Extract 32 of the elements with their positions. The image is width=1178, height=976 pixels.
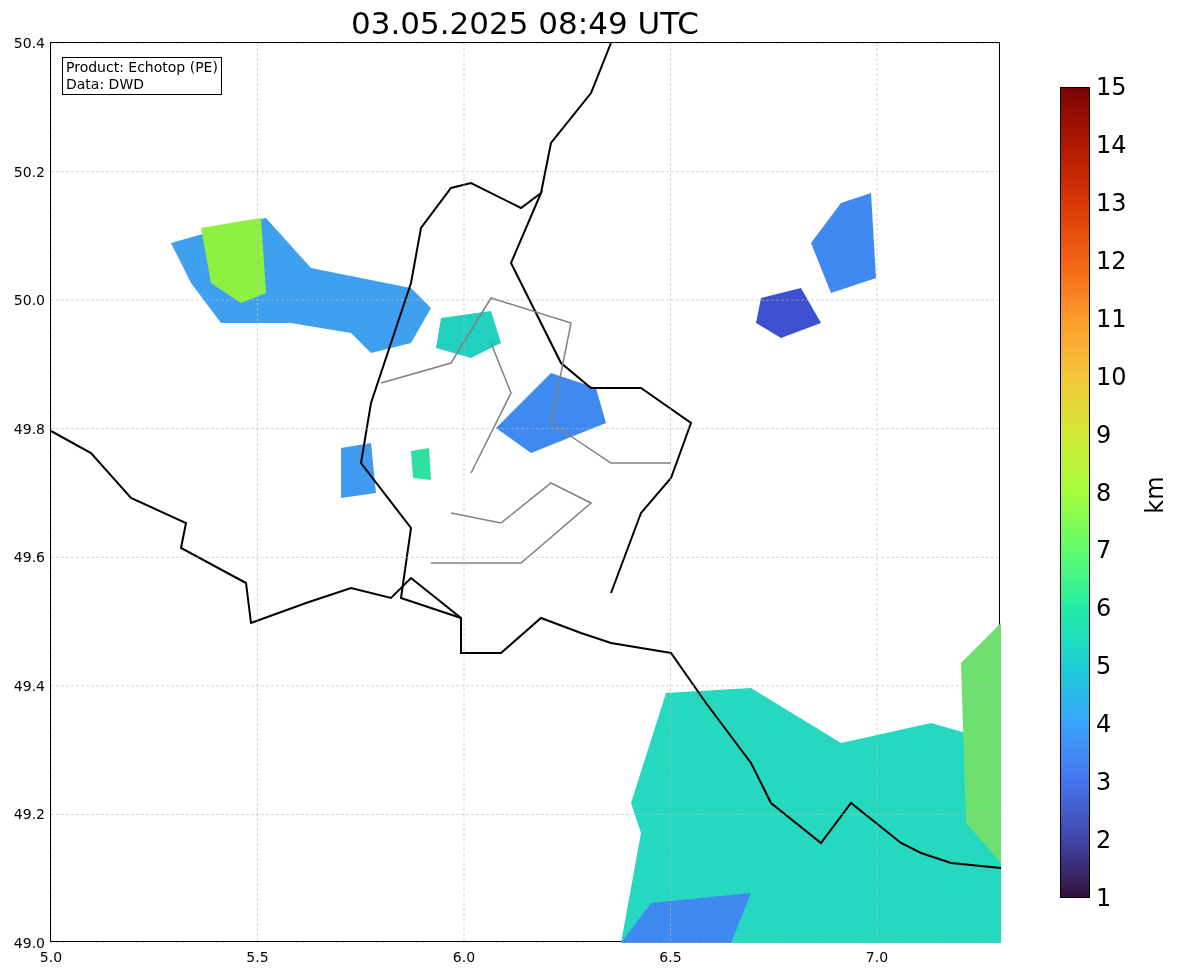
x-tick-label: 7.0 (865, 949, 889, 965)
colorbar-tick-label: 11 (1096, 305, 1127, 332)
colorbar-tick-label: 6 (1096, 595, 1112, 622)
colorbar-tick-label: 12 (1096, 247, 1127, 274)
colorbar-tick-label: 13 (1096, 189, 1127, 216)
y-tick-label: 49.6 (13, 549, 45, 566)
x-tick-label: 5.0 (39, 949, 63, 965)
colorbar-tick-label: 1 (1096, 885, 1112, 911)
info-text: Data: DWD (66, 76, 145, 93)
x-tick-label: 6.0 (452, 949, 476, 965)
y-tick-label: 49.8 (13, 420, 45, 437)
colorbar-tick-label: 8 (1096, 479, 1112, 506)
colorbar-tick-label: 7 (1096, 537, 1112, 564)
info-text: Product: Echotop (PE) (66, 59, 218, 76)
colorbar-tick-label: 5 (1096, 653, 1112, 680)
colorbar-tick-label: 2 (1096, 827, 1112, 854)
colorbar-tick-label: 15 (1096, 74, 1127, 100)
y-tick-label: 50.2 (13, 163, 45, 180)
colorbar-tick-label: 9 (1096, 421, 1112, 448)
x-tick-label: 5.5 (246, 949, 269, 965)
y-tick-label: 50.4 (13, 35, 45, 51)
y-tick-label: 49.0 (13, 935, 45, 951)
y-tick-label: 50.0 (13, 292, 45, 309)
chart-title: 03.05.2025 08:49 UTC (351, 4, 699, 42)
colorbar-tick-label: 10 (1096, 363, 1127, 390)
colorbar-label: km (1141, 476, 1168, 514)
y-tick-label: 49.4 (13, 677, 45, 694)
y-tick-label: 49.2 (13, 806, 45, 823)
colorbar-tick-label: 3 (1096, 769, 1112, 796)
colorbar-tick-label: 14 (1096, 131, 1127, 158)
x-tick-label: 6.5 (659, 949, 682, 965)
colorbar-tick-label: 4 (1096, 711, 1112, 738)
